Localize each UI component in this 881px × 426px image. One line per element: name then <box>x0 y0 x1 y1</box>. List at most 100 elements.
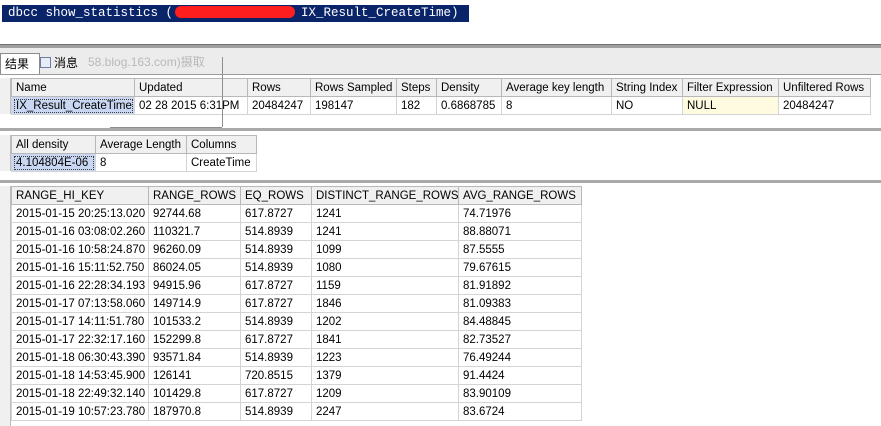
cell[interactable]: 1202 <box>311 312 459 331</box>
cell[interactable]: 0.6868785 <box>436 96 502 115</box>
table-row[interactable]: 2015-01-18 06:30:43.390 93571.84 514.8939 1… <box>11 348 582 367</box>
table-row[interactable]: 2015-01-16 03:08:02.260 110321.7 514.8939 1… <box>11 222 582 241</box>
cell[interactable]: 514.8939 <box>240 222 312 241</box>
query-editor[interactable]: dbcc show_statistics (IX_Result_CreateTi… <box>0 0 881 44</box>
cell[interactable]: NO <box>611 96 683 115</box>
cell[interactable]: 617.8727 <box>240 204 312 223</box>
table-row[interactable]: 2015-01-18 22:49:32.140 101429.8 617.8727 1… <box>11 384 582 403</box>
table-row[interactable]: 2015-01-15 20:25:13.020 92744.68 617.8727 1… <box>11 204 582 223</box>
cell[interactable]: 2247 <box>311 402 459 421</box>
cell[interactable]: 198147 <box>310 96 397 115</box>
cell[interactable]: 02 28 2015 6:31PM <box>134 96 248 115</box>
cell[interactable]: 126141 <box>148 366 241 385</box>
cell[interactable]: 2015-01-16 22:28:34.193 <box>11 276 149 295</box>
cell[interactable]: 514.8939 <box>240 240 312 259</box>
cell[interactable]: 88.88071 <box>458 222 582 241</box>
table-row[interactable]: 2015-01-19 10:57:23.780 187970.8 514.8939 2… <box>11 402 582 421</box>
cell[interactable]: 2015-01-18 14:53:45.900 <box>11 366 149 385</box>
cell[interactable]: 87.5555 <box>458 240 582 259</box>
cell[interactable]: 83.6724 <box>458 402 582 421</box>
cell[interactable]: 1099 <box>311 240 459 259</box>
cell[interactable]: 74.71976 <box>458 204 582 223</box>
cell[interactable]: 1241 <box>311 222 459 241</box>
cell[interactable]: 101429.8 <box>148 384 241 403</box>
cell[interactable]: 84.48845 <box>458 312 582 331</box>
cell[interactable]: 617.8727 <box>240 276 312 295</box>
cell[interactable]: 2015-01-16 03:08:02.260 <box>11 222 149 241</box>
cell[interactable]: 1841 <box>311 330 459 349</box>
cell[interactable]: 514.8939 <box>240 402 312 421</box>
cell[interactable]: 8 <box>95 153 187 172</box>
cell[interactable]: 92744.68 <box>148 204 241 223</box>
col-eq-rows[interactable]: EQ_ROWS <box>240 186 312 205</box>
col-updated[interactable]: Updated <box>134 78 248 97</box>
cell[interactable]: 4.104804E-06 <box>11 153 96 172</box>
col-average-key-length[interactable]: Average key length <box>501 78 612 97</box>
col-range-rows[interactable]: RANGE_ROWS <box>148 186 241 205</box>
cell[interactable]: 79.67615 <box>458 258 582 277</box>
col-all-density[interactable]: All density <box>11 135 96 154</box>
cell[interactable]: 101533.2 <box>148 312 241 331</box>
cell[interactable]: 8 <box>501 96 612 115</box>
col-name[interactable]: Name <box>11 78 135 97</box>
cell[interactable]: 1159 <box>311 276 459 295</box>
cell[interactable]: 1379 <box>311 366 459 385</box>
table-row[interactable]: 2015-01-16 15:11:52.750 86024.05 514.8939 1… <box>11 258 582 277</box>
cell[interactable]: CreateTime <box>186 153 257 172</box>
col-density[interactable]: Density <box>436 78 502 97</box>
cell[interactable]: 81.09383 <box>458 294 582 313</box>
cell[interactable]: 2015-01-17 07:13:58.060 <box>11 294 149 313</box>
table-row[interactable]: 2015-01-17 14:11:51.780 101533.2 514.8939 1… <box>11 312 582 331</box>
table-row[interactable]: 4.104804E-06 8 CreateTime <box>11 153 257 172</box>
table-row[interactable]: IX_Result_CreateTime 02 28 2015 6:31PM 2… <box>11 96 871 115</box>
cell[interactable]: NULL <box>682 96 779 115</box>
col-steps[interactable]: Steps <box>396 78 437 97</box>
cell[interactable]: 91.4424 <box>458 366 582 385</box>
table-row[interactable]: 2015-01-16 10:58:24.870 96260.09 514.8939 1… <box>11 240 582 259</box>
cell[interactable]: 1241 <box>311 204 459 223</box>
col-distinct-range-rows[interactable]: DISTINCT_RANGE_ROWS <box>311 186 459 205</box>
cell[interactable]: 93571.84 <box>148 348 241 367</box>
cell[interactable]: 617.8727 <box>240 294 312 313</box>
col-range-hi-key[interactable]: RANGE_HI_KEY <box>11 186 149 205</box>
cell[interactable]: 182 <box>396 96 437 115</box>
cell[interactable]: 94915.96 <box>148 276 241 295</box>
cell[interactable]: 617.8727 <box>240 384 312 403</box>
col-avg-range-rows[interactable]: AVG_RANGE_ROWS <box>458 186 582 205</box>
cell[interactable]: 2015-01-18 06:30:43.390 <box>11 348 149 367</box>
cell[interactable]: 76.49244 <box>458 348 582 367</box>
cell[interactable]: 2015-01-17 14:11:51.780 <box>11 312 149 331</box>
cell[interactable]: 152299.8 <box>148 330 241 349</box>
cell[interactable]: 149714.9 <box>148 294 241 313</box>
table-row[interactable]: 2015-01-16 22:28:34.193 94915.96 617.8727 1… <box>11 276 582 295</box>
col-string-index[interactable]: String Index <box>611 78 683 97</box>
table-row[interactable]: 2015-01-17 07:13:58.060 149714.9 617.8727 1… <box>11 294 582 313</box>
col-unfiltered-rows[interactable]: Unfiltered Rows <box>778 78 871 97</box>
tab-results[interactable]: 结果 <box>0 53 40 74</box>
cell[interactable]: 720.8515 <box>240 366 312 385</box>
cell[interactable]: 617.8727 <box>240 330 312 349</box>
cell[interactable]: 2015-01-18 22:49:32.140 <box>11 384 149 403</box>
col-average-length[interactable]: Average Length <box>95 135 187 154</box>
cell[interactable]: 514.8939 <box>240 258 312 277</box>
cell[interactable]: 514.8939 <box>240 348 312 367</box>
cell[interactable]: 514.8939 <box>240 312 312 331</box>
cell[interactable]: 110321.7 <box>148 222 241 241</box>
col-rows[interactable]: Rows <box>247 78 311 97</box>
cell[interactable]: 187970.8 <box>148 402 241 421</box>
cell[interactable]: 1209 <box>311 384 459 403</box>
cell[interactable]: 86024.05 <box>148 258 241 277</box>
cell[interactable]: 82.73527 <box>458 330 582 349</box>
col-rows-sampled[interactable]: Rows Sampled <box>310 78 397 97</box>
col-filter-expression[interactable]: Filter Expression <box>682 78 779 97</box>
cell[interactable]: 83.90109 <box>458 384 582 403</box>
cell[interactable]: 1223 <box>311 348 459 367</box>
col-columns[interactable]: Columns <box>186 135 257 154</box>
cell[interactable]: 20484247 <box>778 96 871 115</box>
cell[interactable]: 2015-01-17 22:32:17.160 <box>11 330 149 349</box>
cell[interactable]: 1846 <box>311 294 459 313</box>
table-row[interactable]: 2015-01-17 22:32:17.160 152299.8 617.8727 1… <box>11 330 582 349</box>
cell[interactable]: 20484247 <box>247 96 311 115</box>
cell[interactable]: 96260.09 <box>148 240 241 259</box>
cell[interactable]: IX_Result_CreateTime <box>11 96 135 115</box>
